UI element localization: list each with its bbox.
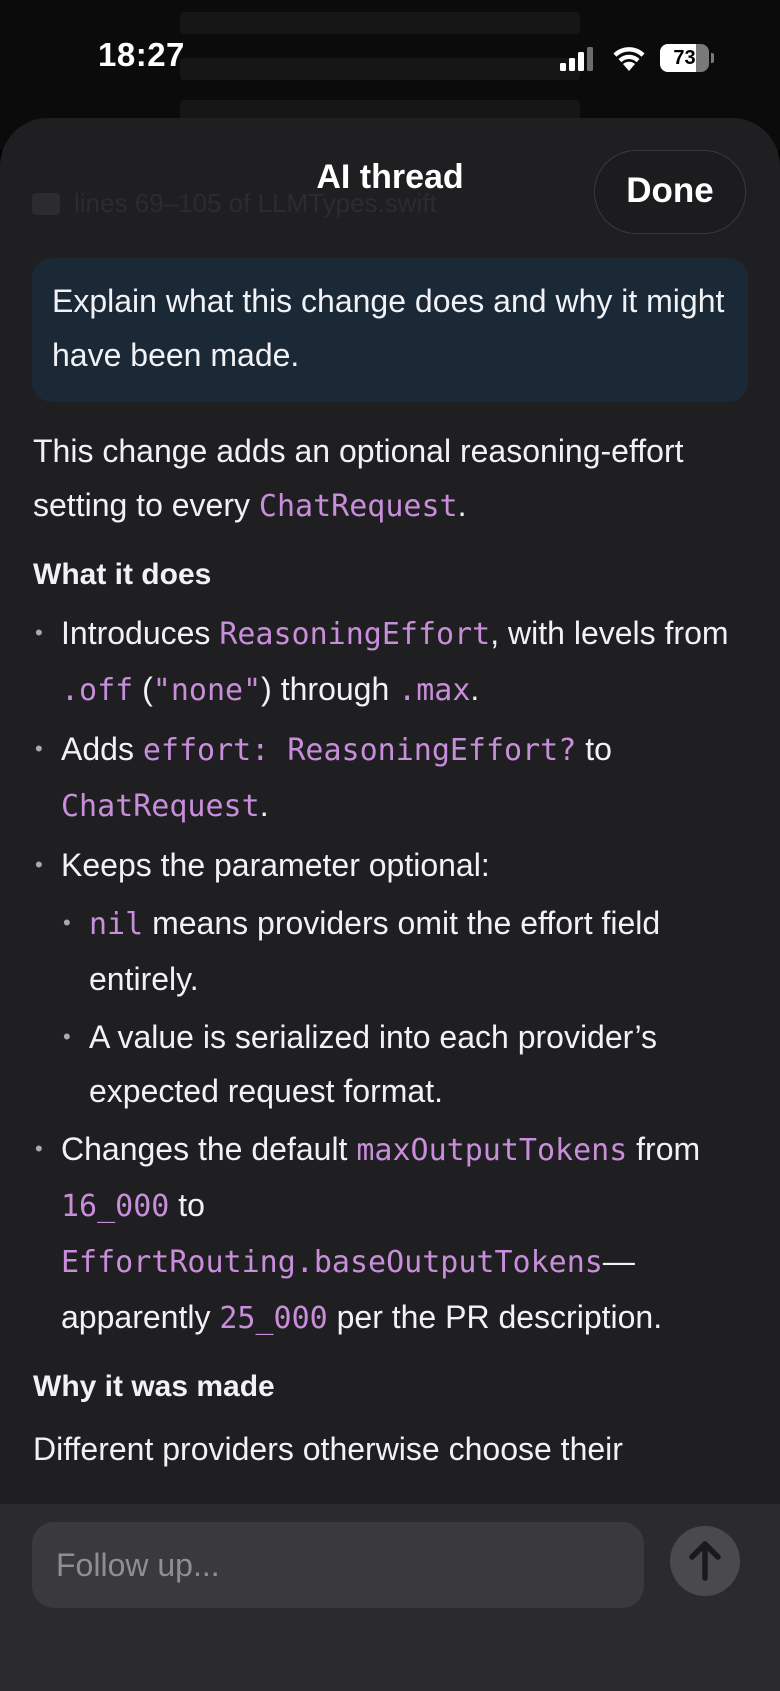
arrow-up-icon: [689, 1541, 721, 1581]
inline-code: effort: ReasoningEffort?: [142, 733, 577, 768]
status-bar: 18:27 73: [0, 0, 780, 110]
inline-code: .max: [398, 673, 471, 708]
done-button[interactable]: Done: [594, 150, 746, 234]
signal-icon: [560, 47, 593, 71]
inline-code: ReasoningEffort: [219, 617, 491, 652]
inline-code: "none": [152, 673, 262, 708]
ai-thread-sheet: lines 69–105 of LLMTypes.swift AI thread…: [0, 118, 780, 1691]
answer-intro: This change adds an optional reasoning-e…: [33, 433, 684, 524]
battery-percent: 73: [673, 47, 696, 69]
user-prompt-bubble: Explain what this change does and why it…: [32, 258, 748, 402]
what-list: Introduces ReasoningEffort, with levels …: [33, 606, 747, 1346]
inline-code: ChatRequest: [61, 789, 260, 824]
inline-code: .off: [61, 673, 134, 708]
composer-bar: [0, 1504, 780, 1691]
ai-answer: This change adds an optional reasoning-e…: [0, 424, 780, 1476]
inline-code: 25_000: [219, 1301, 328, 1336]
follow-up-input[interactable]: [32, 1522, 644, 1608]
list-item: Adds effort: ReasoningEffort? to ChatReq…: [33, 722, 747, 834]
list-item: Changes the default maxOutputTokens from…: [33, 1122, 747, 1346]
inline-code: EffortRouting.baseOutputTokens: [61, 1245, 603, 1280]
list-item: Introduces ReasoningEffort, with levels …: [33, 606, 747, 718]
inline-code: ChatRequest: [258, 489, 458, 524]
thread-content[interactable]: Explain what this change does and why it…: [0, 258, 780, 1508]
section-heading-why: Why it was made: [33, 1370, 275, 1403]
wifi-icon: [613, 47, 645, 71]
sub-list-item: A value is serialized into each provider…: [61, 1010, 747, 1118]
send-button[interactable]: [670, 1526, 740, 1596]
list-item: Keeps the parameter optional: nil means …: [33, 838, 747, 1118]
sub-list: nil means providers omit the effort fiel…: [61, 896, 747, 1118]
inline-code: maxOutputTokens: [356, 1133, 628, 1168]
section-heading-what: What it does: [33, 558, 212, 591]
battery-icon: 73: [660, 44, 714, 72]
why-paragraph: Different providers otherwise choose the…: [33, 1431, 623, 1467]
status-time: 18:27: [98, 36, 185, 73]
sub-list-item: nil means providers omit the effort fiel…: [61, 896, 747, 1006]
inline-code: 16_000: [61, 1189, 170, 1224]
user-prompt-text: Explain what this change does and why it…: [52, 283, 725, 373]
inline-code: nil: [89, 907, 144, 942]
